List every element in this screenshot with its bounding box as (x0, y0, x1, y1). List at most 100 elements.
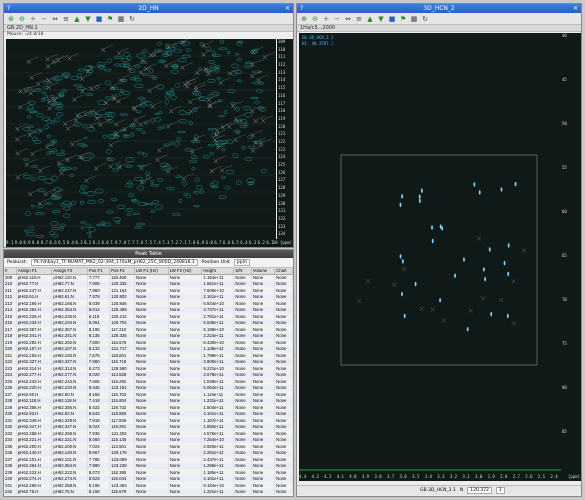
tick-label: 8.5 (58, 240, 66, 245)
fit-icon[interactable]: ⇔ (51, 15, 59, 23)
minus-icon[interactable]: − (40, 15, 48, 23)
left-spectrum-svg[interactable] (6, 39, 276, 239)
tick-label: 110 (278, 46, 286, 52)
contour-peak (173, 141, 180, 147)
contour-peak (218, 114, 225, 118)
right-spectrum-tab[interactable]: 1Ha/c5...2000 (297, 25, 581, 32)
phase-icon[interactable]: ↻ (128, 15, 136, 23)
tick-label: 6.5 (231, 240, 239, 245)
zoom-in-icon[interactable]: ⊕ (300, 15, 308, 23)
peak-table-titlebar[interactable]: Peak Table (4, 250, 293, 258)
tick-label: 3.1 (462, 474, 470, 479)
contour-peak (235, 179, 242, 185)
flag-icon[interactable]: ⚑ (106, 15, 114, 23)
left-spectrum-plot[interactable] (6, 39, 276, 239)
peak-label-line (137, 115, 146, 119)
plus-icon[interactable]: + (322, 15, 330, 23)
tick-label: 9.1 (6, 240, 14, 245)
tick-label: 117 (278, 100, 286, 106)
contour-peak (55, 107, 63, 110)
tick-label: 114 (278, 77, 286, 83)
contour-peak (85, 93, 94, 96)
minus-icon[interactable]: − (333, 15, 341, 23)
flag-icon[interactable]: ⚑ (399, 15, 407, 23)
zoom-out-icon[interactable]: ⊖ (311, 15, 319, 23)
tick-label: 85 (562, 429, 567, 434)
contour-peak (43, 202, 52, 205)
stack-icon[interactable]: ≡ (62, 15, 70, 23)
save-icon[interactable]: ■ (388, 15, 396, 23)
grid-icon[interactable]: ▦ (117, 15, 125, 23)
contour-up-icon[interactable]: ▲ (73, 15, 81, 23)
stack-icon[interactable]: ≡ (355, 15, 363, 23)
contour-peak (30, 204, 36, 208)
contour-down-icon[interactable]: ▼ (84, 15, 92, 23)
contour-peak (73, 84, 83, 87)
contour-peak (77, 73, 83, 78)
contour-peak (174, 83, 180, 89)
close-icon[interactable]: ✕ (573, 4, 578, 13)
peak-label-line (254, 59, 263, 63)
table-cell: pH62.75.H (16, 488, 53, 495)
contour-peak (463, 257, 465, 262)
peak-label-line (265, 115, 274, 119)
contour-down-icon[interactable]: ▼ (377, 15, 385, 23)
peaklist-select[interactable]: PL:hihbay1_TF:NUMAT_MK2_02-394_170uM_pH6… (31, 259, 198, 266)
contour-peak (506, 313, 509, 319)
plane-step-input[interactable]: 1 (495, 487, 505, 494)
contour-peak (186, 193, 191, 198)
plane-position-input[interactable]: 120.372 (467, 487, 492, 494)
contour-peak (30, 177, 37, 181)
contour-peak (24, 229, 29, 233)
tick-label: 7.8 (118, 240, 127, 245)
help-icon[interactable]: ? (7, 4, 10, 13)
tick-label: 8.2 (84, 240, 92, 245)
zoom-out-icon[interactable]: ⊖ (18, 15, 26, 23)
right-spectrum-svg[interactable] (299, 33, 561, 473)
peak-label-line (19, 134, 28, 138)
contour-peak (141, 131, 146, 135)
close-icon[interactable]: ✕ (285, 4, 290, 13)
contour-peak (57, 104, 64, 108)
save-icon[interactable]: ■ (95, 15, 103, 23)
contour-peak (252, 70, 262, 74)
table-row[interactable]: 242 pH62.75.H pH62.75.N 8.168 115.579 None Non… (4, 488, 293, 495)
contour-peak (514, 181, 517, 187)
table-cell: 1.221e+11 (201, 488, 235, 495)
right-spectrum-plot[interactable]: GB.3D_HCN_2.1 H1: 40.3787 ] (299, 33, 561, 473)
plus-icon[interactable]: + (29, 15, 37, 23)
help-icon[interactable]: ? (300, 4, 303, 13)
contour-peak (137, 164, 146, 167)
peak-label-line (34, 148, 43, 153)
contour-peak (207, 60, 215, 64)
peak-label-line (60, 55, 69, 59)
contour-peak (41, 91, 47, 94)
peak-label-line (186, 79, 196, 83)
contour-peak (169, 141, 174, 145)
contour-peak (199, 97, 205, 102)
table-cell: None (168, 488, 203, 495)
fit-icon[interactable]: ⇔ (344, 15, 352, 23)
contour-peak (235, 52, 240, 56)
contour-peak (414, 281, 417, 287)
position-unit-select[interactable]: ppm (233, 259, 250, 266)
contour-peak (141, 49, 148, 54)
peak-label-line (255, 145, 264, 149)
tick-label: 133 (278, 223, 286, 229)
contour-up-icon[interactable]: ▲ (366, 15, 374, 23)
left-window-titlebar[interactable]: ? 2D_HN ✕ (4, 4, 293, 13)
tick-label: 4.1 (336, 474, 344, 479)
zoom-in-icon[interactable]: ⊕ (7, 15, 15, 23)
phase-icon[interactable]: ↻ (421, 15, 429, 23)
contour-peak (36, 113, 43, 117)
grid-icon[interactable]: ▦ (410, 15, 418, 23)
contour-peak (24, 211, 32, 216)
peak-table-window: Peak Table PeakList: PL:hihbay1_TF:NUMAT… (3, 249, 294, 497)
contour-peak (135, 128, 143, 131)
tick-label: 8.4 (66, 240, 74, 245)
contour-peak (25, 108, 30, 111)
contour-peak (119, 113, 129, 116)
left-spectrum-tab[interactable]: GB.2D_HN.1 (4, 25, 293, 32)
left-window-title: 2D_HN (138, 5, 159, 12)
right-window-titlebar[interactable]: ? 3D_HCN_2 ✕ (297, 4, 581, 13)
